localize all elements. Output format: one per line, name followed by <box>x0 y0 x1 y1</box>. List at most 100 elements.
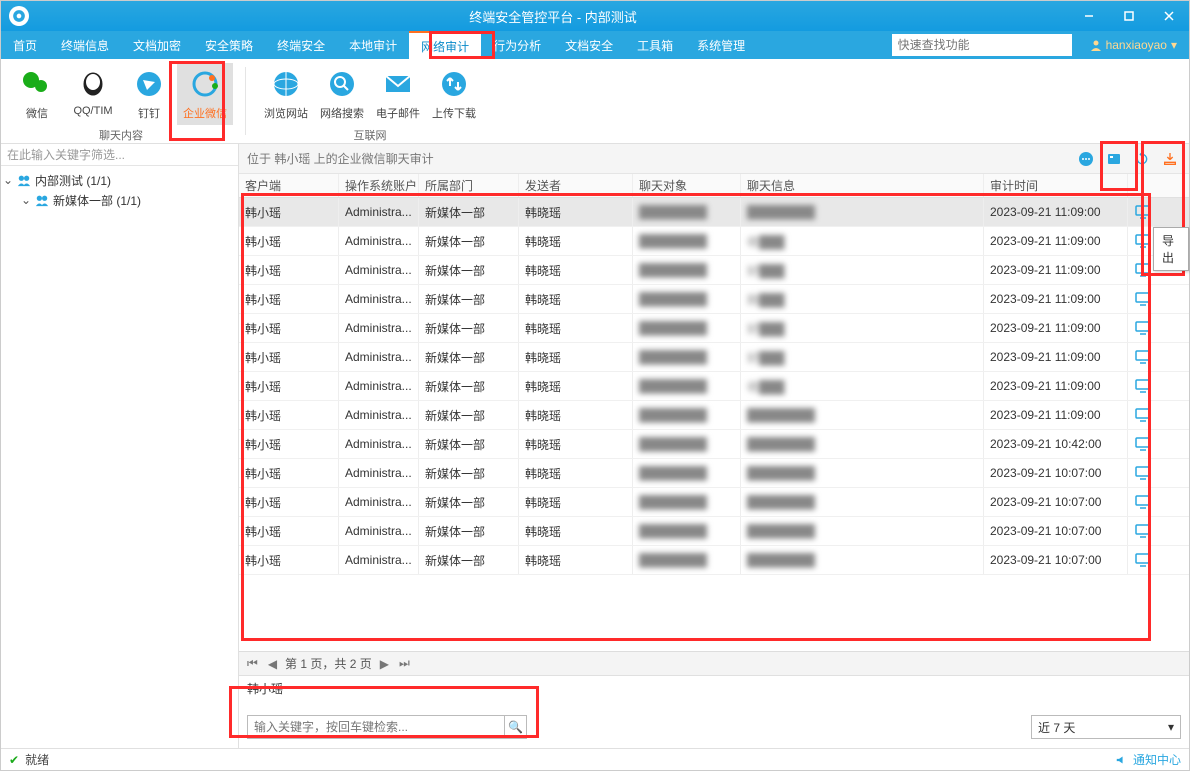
menu-10[interactable]: 系统管理 <box>685 31 757 59</box>
table-row[interactable]: 韩小瑶Administra...新媒体一部韩晓瑶████████████████… <box>239 488 1189 517</box>
pager-prev[interactable]: ◀ <box>266 657 279 671</box>
globe-icon <box>269 67 303 101</box>
audit-table: 客户端操作系统账户所属部门发送者聊天对象聊天信息审计时间 韩小瑶Administ… <box>239 174 1189 676</box>
col-header[interactable]: 客户端 <box>239 174 339 197</box>
col-header[interactable]: 聊天对象 <box>633 174 741 197</box>
menu-7[interactable]: 行为分析 <box>481 31 553 59</box>
window-title: 终端安全管控平台 - 内部测试 <box>37 7 1069 26</box>
statusbar: ✔ 就绪 通知中心 <box>1 748 1189 770</box>
menu-3[interactable]: 安全策略 <box>193 31 265 59</box>
ribbon-dingtalk[interactable]: 钉钉 <box>121 63 177 125</box>
export-icon[interactable] <box>1159 148 1181 170</box>
table-row[interactable]: 韩小瑶Administra...新媒体一部韩晓瑶████████████████… <box>239 198 1189 227</box>
chevron-down-icon: ▾ <box>1168 720 1174 734</box>
user-menu[interactable]: hanxiaoyao ▾ <box>1078 31 1189 59</box>
detail-panel: 韩小瑶 <box>239 676 1189 706</box>
chevron-down-icon: ⌄ <box>21 193 31 207</box>
breadcrumb: 位于 韩小瑶 上的企业微信聊天审计 <box>239 144 1189 174</box>
menu-0[interactable]: 首页 <box>1 31 49 59</box>
date-range-select[interactable]: 近 7 天 ▾ <box>1031 715 1181 739</box>
pager: ⏮ ◀ 第 1 页，共 2 页 ▶ ⏭ <box>239 651 1189 675</box>
col-header[interactable]: 操作系统账户 <box>339 174 419 197</box>
dingtalk-icon <box>132 67 166 101</box>
monitor-icon[interactable] <box>1128 314 1158 342</box>
table-row[interactable]: 韩小瑶Administra...新媒体一部韩晓瑶████████████████… <box>239 430 1189 459</box>
menu-9[interactable]: 工具箱 <box>625 31 685 59</box>
mail-icon <box>381 67 415 101</box>
table-row[interactable]: 韩小瑶Administra...新媒体一部韩晓瑶████████收███2023… <box>239 227 1189 256</box>
menu-5[interactable]: 本地审计 <box>337 31 409 59</box>
monitor-icon[interactable] <box>1128 546 1158 574</box>
table-row[interactable]: 韩小瑶Administra...新媒体一部韩晓瑶████████████████… <box>239 517 1189 546</box>
ribbon-wechat[interactable]: 微信 <box>9 63 65 125</box>
col-header[interactable]: 所属部门 <box>419 174 519 197</box>
table-row[interactable]: 韩小瑶Administra...新媒体一部韩晓瑶████████好███2023… <box>239 343 1189 372</box>
col-header[interactable]: 聊天信息 <box>741 174 984 197</box>
menu-2[interactable]: 文档加密 <box>121 31 193 59</box>
monitor-icon[interactable] <box>1128 430 1158 458</box>
monitor-icon[interactable] <box>1128 198 1158 226</box>
menu-8[interactable]: 文档安全 <box>553 31 625 59</box>
main-panel: 位于 韩小瑶 上的企业微信聊天审计 客户端操作系统账户所属部门发送者聊天对象聊天… <box>239 144 1189 748</box>
chevron-down-icon: ⌄ <box>3 173 13 187</box>
card-view-icon[interactable] <box>1103 148 1125 170</box>
minimize-button[interactable] <box>1069 1 1109 31</box>
table-row[interactable]: 韩小瑶Administra...新媒体一部韩晓瑶████████████████… <box>239 546 1189 575</box>
ribbon-mail[interactable]: 电子邮件 <box>370 63 426 125</box>
sidebar: 在此输入关键字筛选... ⌄内部测试 (1/1)⌄新媒体一部 (1/1) <box>1 144 239 748</box>
keyword-input[interactable]: 🔍 <box>247 715 527 739</box>
ribbon-search[interactable]: 网络搜索 <box>314 63 370 125</box>
app-logo <box>9 6 29 26</box>
pager-next[interactable]: ▶ <box>378 657 391 671</box>
filter-bar: 🔍 近 7 天 ▾ <box>239 706 1189 748</box>
ribbon-wecom[interactable]: 企业微信 <box>177 63 233 125</box>
group-icon <box>17 173 31 187</box>
monitor-icon[interactable] <box>1128 488 1158 516</box>
ribbon-globe[interactable]: 浏览网站 <box>258 63 314 125</box>
tree-filter-input[interactable]: 在此输入关键字筛选... <box>1 144 238 166</box>
table-row[interactable]: 韩小瑶Administra...新媒体一部韩晓瑶████████收███2023… <box>239 372 1189 401</box>
col-header[interactable]: 审计时间 <box>984 174 1128 197</box>
table-row[interactable]: 韩小瑶Administra...新媒体一部韩晓瑶████████好███2023… <box>239 256 1189 285</box>
qq-icon <box>76 67 110 101</box>
ribbon: 微信QQ/TIM钉钉企业微信聊天内容浏览网站网络搜索电子邮件上传下载互联网 <box>1 59 1189 144</box>
group-icon <box>35 193 49 207</box>
chat-icon[interactable] <box>1075 148 1097 170</box>
search-input[interactable] <box>892 34 1072 56</box>
titlebar: 终端安全管控平台 - 内部测试 <box>1 1 1189 31</box>
col-header[interactable]: 发送者 <box>519 174 633 197</box>
table-row[interactable]: 韩小瑶Administra...新媒体一部韩晓瑶████████████████… <box>239 401 1189 430</box>
monitor-icon[interactable] <box>1128 459 1158 487</box>
table-row[interactable]: 韩小瑶Administra...新媒体一部韩晓瑶████████刚███2023… <box>239 285 1189 314</box>
menu-6[interactable]: 网络审计 <box>409 31 481 59</box>
notify-center[interactable]: 通知中心 <box>1115 751 1181 768</box>
ribbon-qq[interactable]: QQ/TIM <box>65 63 121 125</box>
check-icon: ✔ <box>9 753 19 767</box>
col-header[interactable] <box>1128 174 1158 197</box>
tree-node[interactable]: ⌄新媒体一部 (1/1) <box>3 190 236 210</box>
tree-node[interactable]: ⌄内部测试 (1/1) <box>3 170 236 190</box>
search-icon <box>325 67 359 101</box>
refresh-icon[interactable] <box>1131 148 1153 170</box>
pager-last[interactable]: ⏭ <box>397 656 412 671</box>
monitor-icon[interactable] <box>1128 517 1158 545</box>
menu-4[interactable]: 终端安全 <box>265 31 337 59</box>
chevron-down-icon: ▾ <box>1171 38 1177 52</box>
search-icon[interactable]: 🔍 <box>504 716 526 738</box>
monitor-icon[interactable] <box>1128 343 1158 371</box>
monitor-icon[interactable] <box>1128 372 1158 400</box>
user-icon <box>1090 39 1102 51</box>
monitor-icon[interactable] <box>1128 285 1158 313</box>
menu-1[interactable]: 终端信息 <box>49 31 121 59</box>
monitor-icon[interactable] <box>1128 401 1158 429</box>
pager-first[interactable]: ⏮ <box>245 656 260 671</box>
ribbon-updown[interactable]: 上传下载 <box>426 63 482 125</box>
wecom-icon <box>188 67 222 101</box>
menubar: 首页终端信息文档加密安全策略终端安全本地审计网络审计行为分析文档安全工具箱系统管… <box>1 31 1189 59</box>
maximize-button[interactable] <box>1109 1 1149 31</box>
close-button[interactable] <box>1149 1 1189 31</box>
table-row[interactable]: 韩小瑶Administra...新媒体一部韩晓瑶████████████████… <box>239 459 1189 488</box>
bullhorn-icon <box>1115 753 1129 767</box>
table-row[interactable]: 韩小瑶Administra...新媒体一部韩晓瑶████████好███2023… <box>239 314 1189 343</box>
wechat-icon <box>20 67 54 101</box>
